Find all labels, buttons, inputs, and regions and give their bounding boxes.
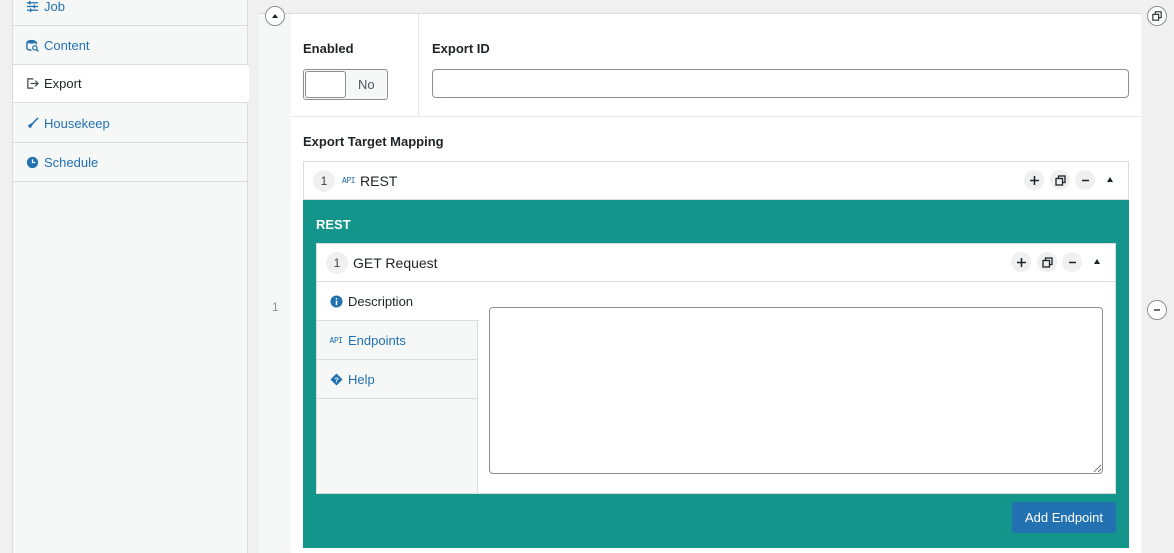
tab-label: Endpoints [348,332,406,348]
duplicate-icon [1041,256,1053,268]
duplicate-item-button[interactable] [1050,170,1070,190]
collapse-row-button[interactable] [265,6,285,26]
request-title: GET Request [353,255,438,271]
remove-item-button[interactable] [1075,170,1095,190]
remove-row-button[interactable] [1147,300,1167,320]
minus-icon [1068,261,1076,263]
clock-icon [25,155,39,169]
sidebar-item-job[interactable]: Job [13,0,248,26]
sidebar-item-label: Content [44,37,90,53]
enabled-toggle[interactable]: No [303,69,388,100]
export-id-label: Export ID [432,41,490,56]
row-index: 1 [272,300,279,314]
add-endpoint-button[interactable]: Add Endpoint [1012,502,1116,533]
caret-up-icon [272,14,278,18]
collapse-item-toggle[interactable] [1107,177,1113,182]
help-diamond-icon: ? [329,372,343,386]
collapse-request-toggle[interactable] [1094,259,1100,264]
enabled-field: Enabled No [291,14,419,116]
sidebar-item-housekeep[interactable]: Housekeep [13,104,248,143]
tab-label: Help [348,371,375,387]
sidebar-item-label: Export [44,76,82,91]
database-search-icon [25,38,39,52]
sidebar-item-schedule[interactable]: Schedule [13,143,248,182]
sidebar-item-label: Schedule [44,154,99,170]
remove-request-button[interactable] [1062,252,1082,272]
request-item-header[interactable]: 1 GET Request [316,243,1116,282]
enabled-label: Enabled [303,41,354,56]
field-row: Enabled No Export ID [291,14,1141,117]
page: Job Content Export Housekeep Schedule 1 … [0,0,1174,553]
api-icon-text: API [329,335,343,345]
toggle-knob [305,71,346,98]
description-textarea[interactable] [489,307,1103,474]
duplicate-request-button[interactable] [1037,252,1057,272]
add-item-button[interactable] [1024,170,1044,190]
tab-description[interactable]: Description [317,282,479,321]
tab-help[interactable]: ? Help [317,360,478,399]
duplicate-icon [1054,174,1066,186]
minus-icon [1081,179,1089,181]
sidebar-item-label: Housekeep [44,115,110,131]
mapping-item-title: REST [360,173,398,189]
export-icon [25,77,39,91]
sidebar-item-label: Job [44,0,65,14]
sliders-icon [25,0,39,13]
tab-label: Description [348,293,414,309]
minus-icon [1154,309,1160,311]
broom-icon [25,116,39,130]
info-icon [329,294,343,308]
request-tabs: Description API Endpoints ? Help [317,282,479,493]
item-number: 1 [313,170,335,192]
mapping-item-header[interactable]: 1 API REST [303,161,1129,200]
request-body: Description API Endpoints ? Help [316,282,1116,494]
duplicate-icon [1152,11,1162,21]
rest-panel-title: REST [316,217,351,232]
request-number: 1 [326,252,348,274]
tab-endpoints[interactable]: API Endpoints [317,321,478,360]
plus-icon [1029,175,1039,185]
duplicate-row-button[interactable] [1147,6,1167,26]
sidebar-item-content[interactable]: Content [13,26,248,65]
sidebar-item-export[interactable]: Export [13,64,249,103]
toggle-text: No [358,77,375,92]
svg-text:?: ? [334,375,339,384]
add-request-button[interactable] [1011,252,1031,272]
api-icon: API [342,176,355,185]
plus-icon [1016,257,1026,267]
mapping-label: Export Target Mapping [303,134,444,149]
export-id-input[interactable] [432,69,1129,98]
api-icon: API [329,333,343,347]
settings-sidebar: Job Content Export Housekeep Schedule [12,0,249,553]
